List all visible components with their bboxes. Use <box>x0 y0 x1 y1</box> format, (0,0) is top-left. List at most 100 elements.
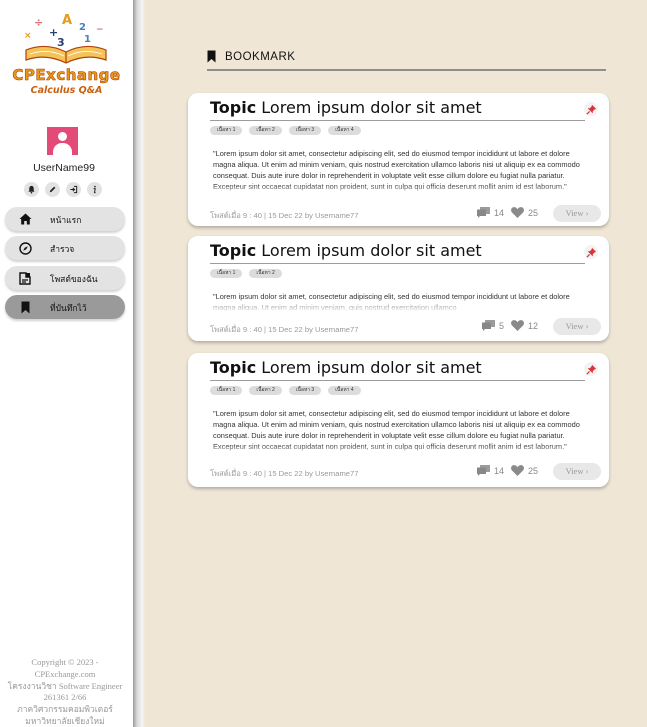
svg-text:A: A <box>62 13 72 28</box>
nav-explore[interactable]: สำรวจ <box>5 236 125 260</box>
post-card: Topic Lorem ipsum dolor sit amet เนื้อหา… <box>188 353 609 487</box>
tag[interactable]: เนื้อหา 3 <box>288 126 322 135</box>
book-logo-icon: ÷ A 2 + 3 1 × − <box>24 13 107 64</box>
post-title[interactable]: Topic Lorem ipsum dolor sit amet <box>210 98 482 117</box>
title-divider <box>210 120 585 121</box>
tag-list: เนื้อหา 1 เนื้อหา 2 <box>210 269 282 278</box>
pin-icon <box>585 364 596 375</box>
view-button[interactable]: View › <box>553 205 601 222</box>
home-icon <box>18 212 32 226</box>
post-meta: โพสต์เมื่อ 9 : 40 | 15 Dec 22 by Usernam… <box>210 325 359 334</box>
logout-icon[interactable] <box>66 182 81 197</box>
comment-icon <box>481 320 495 331</box>
post-topic: Topic <box>210 358 257 377</box>
post-stats: 5 12 <box>481 320 545 331</box>
post-card: Topic Lorem ipsum dolor sit amet เนื้อหา… <box>188 236 609 341</box>
footer-line: 261361 2/66 <box>43 692 87 703</box>
post-meta: โพสต์เมื่อ 9 : 40 | 15 Dec 22 by Usernam… <box>210 469 359 478</box>
post-title[interactable]: Topic Lorem ipsum dolor sit amet <box>210 358 482 377</box>
footer-line: โครงงานวิชา Software Engineer <box>7 680 123 691</box>
comment-count: 5 <box>498 320 504 331</box>
avatar[interactable] <box>47 127 78 155</box>
sidebar-divider <box>133 0 145 727</box>
bell-icon[interactable] <box>24 182 39 197</box>
tag-list: เนื้อหา 1 เนื้อหา 2 เนื้อหา 3 เนื้อหา 4 <box>210 386 361 395</box>
compass-icon <box>18 241 32 255</box>
pin-icon <box>585 104 596 115</box>
title-divider <box>210 263 585 264</box>
nav-label: หน้าแรก <box>50 215 82 225</box>
tag[interactable]: เนื้อหา 2 <box>249 126 282 135</box>
post-title-text: Lorem ipsum dolor sit amet <box>261 358 482 377</box>
footer-line: CPExchange.com <box>34 668 96 679</box>
section-header: BOOKMARK <box>207 49 606 71</box>
tag[interactable]: เนื้อหา 1 <box>210 269 243 278</box>
footer-line: ภาควิศวกรรมคอมพิวเตอร์ <box>17 704 113 715</box>
svg-text:−: − <box>96 25 104 35</box>
pin-button[interactable] <box>584 245 598 259</box>
svg-text:÷: ÷ <box>34 16 43 29</box>
footer: Copyright © 2023 - CPExchange.com โครงงา… <box>0 657 130 727</box>
footer-line: มหาวิทยาลัยเชียงใหม่ <box>25 715 105 726</box>
sidebar: ÷ A 2 + 3 1 × − CPExchange Calculus Q&A … <box>0 0 133 727</box>
svg-text:3: 3 <box>57 36 65 49</box>
post-topic: Topic <box>210 241 257 260</box>
post-meta: โพสต์เมื่อ 9 : 40 | 15 Dec 22 by Usernam… <box>210 211 359 220</box>
comment-icon <box>476 207 490 218</box>
excerpt-fade <box>188 444 609 460</box>
tag-list: เนื้อหา 1 เนื้อหา 2 เนื้อหา 3 เนื้อหา 4 <box>210 126 361 135</box>
post-title-text: Lorem ipsum dolor sit amet <box>261 98 482 117</box>
nav-home[interactable]: หน้าแรก <box>5 207 125 231</box>
brand-name: CPExchange <box>12 66 121 85</box>
nav-my-posts[interactable]: โพสต์ของฉัน <box>5 266 125 290</box>
svg-text:2: 2 <box>79 22 86 33</box>
comment-count: 14 <box>493 465 504 476</box>
heart-icon[interactable] <box>511 320 524 331</box>
post-topic: Topic <box>210 98 257 117</box>
nav-label: โพสต์ของฉัน <box>50 274 98 284</box>
svg-text:1: 1 <box>84 34 91 45</box>
my-posts-icon <box>18 271 32 285</box>
title-divider <box>210 380 585 381</box>
tag[interactable]: เนื้อหา 3 <box>288 386 322 395</box>
comment-icon <box>476 465 490 476</box>
pencil-icon[interactable] <box>45 182 60 197</box>
tag[interactable]: เนื้อหา 1 <box>210 386 243 395</box>
quick-actions <box>24 182 102 197</box>
avatar-body <box>53 143 72 155</box>
heart-icon[interactable] <box>511 465 524 476</box>
username[interactable]: UserName99 <box>0 162 128 174</box>
post-title[interactable]: Topic Lorem ipsum dolor sit amet <box>210 241 482 260</box>
post-stats: 14 25 <box>476 207 545 218</box>
view-button[interactable]: View › <box>553 463 601 480</box>
tag[interactable]: เนื้อหา 1 <box>210 126 243 135</box>
tag[interactable]: เนื้อหา 2 <box>249 269 282 278</box>
excerpt-fade <box>188 298 609 314</box>
nav-label: ที่บันทึกไว้ <box>50 303 87 313</box>
pin-button[interactable] <box>584 362 598 376</box>
heart-icon[interactable] <box>511 207 524 218</box>
excerpt-fade <box>188 184 609 200</box>
pin-icon <box>585 247 596 258</box>
like-count: 25 <box>527 207 538 218</box>
post-stats: 14 25 <box>476 465 545 476</box>
bookmark-icon <box>207 50 216 63</box>
nav-bookmarks[interactable]: ที่บันทึกไว้ <box>5 295 125 319</box>
footer-line: Copyright © 2023 - <box>31 657 99 667</box>
like-count: 12 <box>527 320 538 331</box>
tag[interactable]: เนื้อหา 2 <box>249 386 282 395</box>
comment-count: 14 <box>493 207 504 218</box>
section-title: BOOKMARK <box>225 51 296 63</box>
brand-logo[interactable]: ÷ A 2 + 3 1 × − CPExchange Calculus Q&A <box>4 8 129 98</box>
like-count: 25 <box>527 465 538 476</box>
pin-button[interactable] <box>584 102 598 116</box>
info-icon[interactable] <box>87 182 102 197</box>
tag[interactable]: เนื้อหา 4 <box>328 126 361 135</box>
tag[interactable]: เนื้อหา 4 <box>328 386 361 395</box>
avatar-head <box>58 132 67 141</box>
post-title-text: Lorem ipsum dolor sit amet <box>261 241 482 260</box>
view-button[interactable]: View › <box>553 318 601 335</box>
bookmark-icon <box>18 300 32 314</box>
svg-text:×: × <box>24 31 32 41</box>
nav-label: สำรวจ <box>50 244 75 254</box>
